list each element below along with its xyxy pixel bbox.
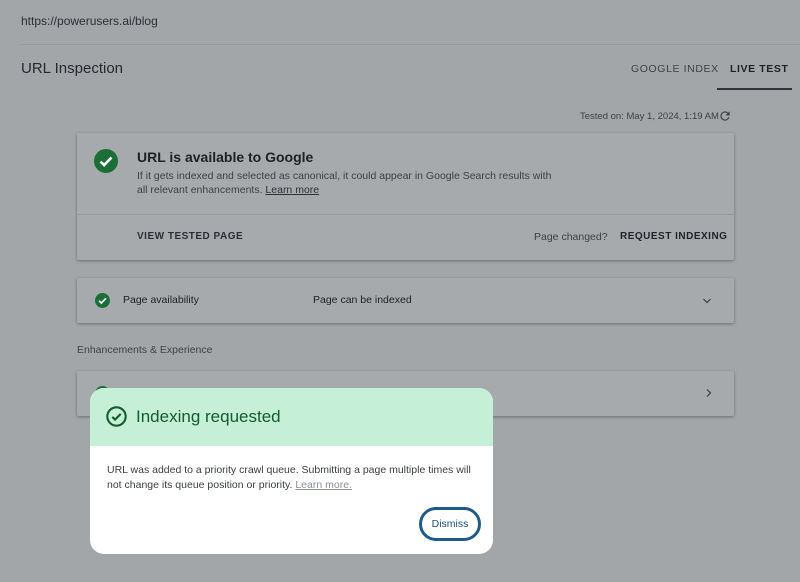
check-circle-icon [95, 293, 110, 308]
description-text: If it gets indexed and selected as canon… [137, 170, 552, 196]
refresh-icon[interactable] [718, 109, 732, 123]
page-availability-label: Page availability [123, 294, 199, 306]
tested-on-timestamp: Tested on: May 1, 2024, 1:19 AM [580, 111, 719, 122]
inspected-url: https://powerusers.ai/blog [21, 14, 158, 28]
dialog-message: URL was added to a priority crawl queue.… [107, 463, 477, 493]
page-changed-label: Page changed? [534, 231, 608, 243]
check-circle-icon [94, 149, 118, 173]
dialog-message-text: URL was added to a priority crawl queue.… [107, 464, 471, 491]
card-divider [77, 214, 734, 215]
dialog-header: Indexing requested [90, 388, 493, 446]
availability-description: If it gets indexed and selected as canon… [137, 169, 557, 197]
enhancements-section-label: Enhancements & Experience [77, 344, 213, 356]
page-availability-value: Page can be indexed [313, 294, 412, 306]
view-tested-page-button[interactable]: VIEW TESTED PAGE [137, 231, 243, 242]
learn-more-link[interactable]: Learn more [265, 184, 319, 196]
availability-summary-card: URL is available to Google If it gets in… [77, 133, 734, 260]
availability-title: URL is available to Google [137, 149, 314, 165]
tab-live-test[interactable]: LIVE TEST [730, 63, 789, 75]
page-title: URL Inspection [21, 60, 123, 77]
header-divider [20, 44, 800, 45]
dialog-title: Indexing requested [136, 407, 281, 426]
chevron-right-icon[interactable] [703, 387, 715, 399]
active-tab-indicator [717, 88, 792, 90]
page-availability-row[interactable]: Page availability Page can be indexed [77, 278, 734, 323]
chevron-down-icon[interactable] [701, 295, 713, 307]
tab-google-index[interactable]: GOOGLE INDEX [631, 63, 719, 75]
indexing-requested-dialog: Indexing requested URL was added to a pr… [90, 388, 493, 554]
request-indexing-button[interactable]: REQUEST INDEXING [620, 231, 727, 242]
check-circle-outline-icon [106, 406, 127, 427]
dialog-learn-more-link[interactable]: Learn more. [295, 479, 352, 491]
dismiss-button[interactable]: Dismiss [419, 507, 481, 541]
